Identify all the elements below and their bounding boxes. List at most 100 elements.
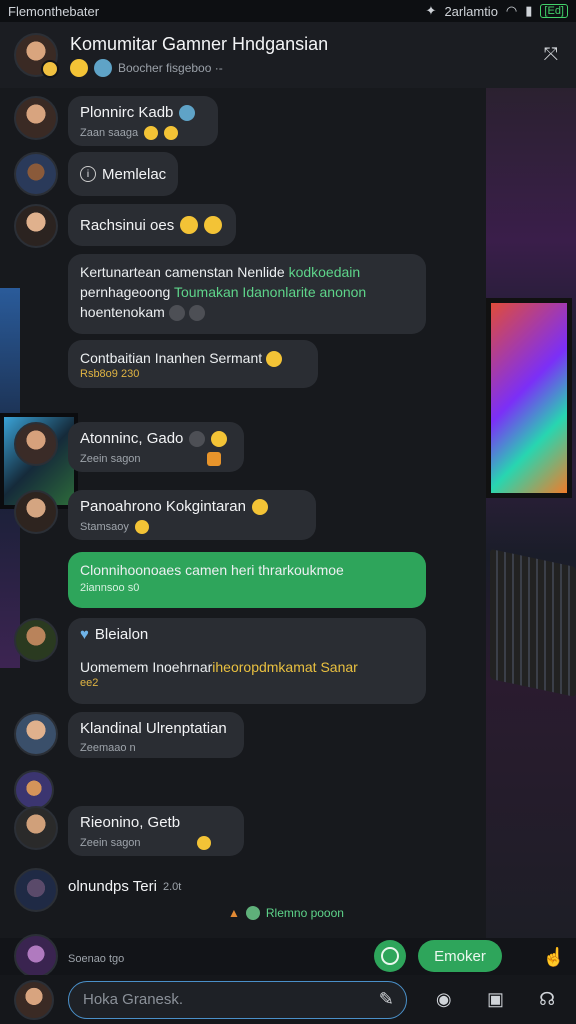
message-item[interactable]: Klandinal Ulrenptatian Zeemaao n — [14, 712, 244, 758]
status-bar: Flemonthebater ✦ 2arlamtio ◠ ▮ [Ed] — [0, 0, 576, 22]
message-meta: 2iannsoo s0 — [80, 582, 140, 594]
avatar[interactable] — [14, 806, 58, 850]
avatar[interactable] — [14, 204, 58, 248]
chat-wallpaper — [486, 88, 576, 938]
message-bubble[interactable]: Kertunartean camenstan Nenlide kodkoedai… — [68, 254, 426, 334]
heart-icon: ♥ — [80, 626, 89, 643]
face-emoji-icon — [189, 430, 206, 447]
reaction-row[interactable]: ▲ Rlemno pooon — [228, 906, 344, 920]
message-bubble-outgoing[interactable]: Clonnihoonoaes camen heri thrarkoukmoe 2… — [68, 552, 426, 608]
mic-icon[interactable]: ☊ — [532, 985, 562, 1015]
my-avatar[interactable] — [14, 979, 54, 1020]
message-text: Clonnihoonoaes camen heri thrarkoukmoe — [80, 562, 344, 578]
message-meta: Zaan saaga — [80, 127, 139, 139]
message-item[interactable]: Atonninc, Gado Zeein sagon — [14, 422, 244, 472]
smile-emoji-icon — [134, 520, 149, 534]
attach-icon[interactable]: ✎ — [379, 989, 394, 1010]
smile-emoji-icon — [196, 836, 211, 850]
message-bubble[interactable]: Klandinal Ulrenptatian Zeemaao n — [68, 712, 244, 758]
message-item[interactable]: Contbaitian Inanhen Sermant Rsb8o9 230 — [68, 340, 318, 388]
avatar[interactable] — [14, 422, 58, 466]
fire-emoji-icon: ▲ — [228, 906, 240, 920]
avatar[interactable] — [14, 152, 58, 196]
quick-action-button[interactable]: Emoker — [418, 940, 502, 972]
message-meta: 2.0t — [162, 880, 182, 893]
message-meta: Rsb8o9 230 — [80, 368, 140, 380]
message-item[interactable]: Clonnihoonoaes camen heri thrarkoukmoe 2… — [68, 552, 426, 608]
battery-indicator: [Ed] — [540, 4, 568, 18]
signal-icon: ✦ — [425, 3, 437, 18]
status-right: ✦ 2arlamtio ◠ ▮ [Ed] — [426, 3, 568, 19]
message-item[interactable]: Panoahrono Kokgintaran Stamsaoy — [14, 490, 316, 540]
wallpaper-monitor — [486, 298, 572, 498]
text-segment: kodkoedain — [288, 264, 361, 280]
sender-name: Panoahrono Kokgintaran — [80, 498, 246, 515]
message-bubble[interactable]: Contbaitian Inanhen Sermant Rsb8o9 230 — [68, 340, 318, 388]
camera-icon[interactable]: ◉ — [429, 985, 459, 1015]
message-item[interactable]: Rieonino, Getb Zeein sagon — [14, 806, 244, 856]
face-emoji-icon — [144, 126, 159, 140]
message-plain[interactable]: Soenao tgo — [68, 934, 124, 965]
message-meta: Stamsaoy — [80, 521, 129, 533]
group-subtitle: Boocher fisgeboo ·- — [70, 58, 328, 77]
text-segment: Kertunartean camenstan Nenlide — [80, 264, 289, 280]
smile-emoji-icon — [70, 58, 88, 77]
message-item[interactable]: i Memlelac — [14, 152, 178, 196]
message-input-wrapper[interactable]: ✎ — [68, 980, 407, 1019]
sender-name: Rieonino, Getb — [80, 814, 181, 831]
emoji-picker-button[interactable] — [374, 940, 406, 972]
sender-name: Klandinal Ulrenptatian — [80, 720, 227, 737]
avatar[interactable] — [14, 712, 58, 756]
message-meta: Soenao tgo — [68, 953, 125, 965]
group-avatar[interactable] — [14, 33, 59, 78]
status-time: 2arlamtio — [444, 3, 498, 19]
message-bubble[interactable]: Panoahrono Kokgintaran Stamsaoy — [68, 490, 316, 540]
message-item[interactable]: Soenao tgo — [14, 934, 124, 978]
chat-header[interactable]: Komumitar Gamner Hndgansian Boocher fisg… — [0, 22, 576, 88]
message-meta: Zeemaao n — [80, 742, 136, 754]
message-item[interactable]: Rachsinui oes — [14, 204, 236, 248]
message-item[interactable]: Kertunartean camenstan Nenlide kodkoedai… — [68, 254, 426, 334]
message-bubble[interactable]: Rachsinui oes — [68, 204, 236, 246]
message-bubble[interactable]: Rieonino, Getb Zeein sagon — [68, 806, 244, 856]
avatar[interactable] — [14, 868, 58, 912]
message-meta: Zeein sagon — [80, 453, 141, 465]
online-badge — [41, 60, 59, 78]
message-meta: ee2 — [80, 677, 99, 689]
grin-emoji-icon — [251, 498, 268, 515]
text-segment: Toumakan Idanonlarite anonon — [173, 284, 367, 300]
message-bubble[interactable]: i Memlelac — [68, 152, 178, 196]
avatar[interactable] — [14, 96, 58, 140]
message-bubble[interactable]: ♥ Bleialon Uomemem Inoehrnariheoropdmkama… — [68, 618, 426, 704]
message-bubble[interactable]: Atonninc, Gado Zeein sagon — [68, 422, 244, 472]
message-list[interactable]: Plonnirc Kadb Zaan saaga i Memlelac Rachs… — [0, 88, 486, 978]
text-segment: Uomemem Inoehrnar — [80, 659, 213, 675]
message-item[interactable]: olnundps Teri 2.0t — [14, 868, 181, 912]
message-input[interactable] — [81, 990, 335, 1009]
message-item[interactable]: ♥ Bleialon Uomemem Inoehrnariheoropdmkama… — [14, 618, 426, 704]
share-icon[interactable]: ⤧ — [544, 44, 558, 65]
text-segment: hoentenokam — [80, 304, 165, 320]
message-item[interactable]: Plonnirc Kadb Zaan saaga — [14, 96, 218, 146]
grin-emoji-icon — [180, 216, 199, 234]
message-plain[interactable]: olnundps Teri 2.0t — [68, 868, 181, 895]
cell-signal-icon: ▮ — [525, 3, 533, 18]
globe-emoji-icon — [94, 58, 112, 77]
laugh-emoji-icon — [266, 351, 283, 368]
sender-name: olnundps Teri — [68, 878, 157, 895]
avatar[interactable] — [14, 618, 58, 662]
avatar[interactable] — [14, 934, 58, 978]
avatar[interactable] — [14, 770, 54, 810]
message-bubble[interactable]: Plonnirc Kadb Zaan saaga — [68, 96, 218, 146]
face-emoji-icon — [168, 305, 185, 322]
group-title[interactable]: Komumitar Gamner Hndgansian — [70, 34, 328, 55]
avatar[interactable] — [14, 490, 58, 534]
message-text: Kertunartean camenstan Nenlide kodkoedai… — [80, 262, 414, 322]
hand-icon[interactable]: ☝ — [538, 943, 570, 971]
wallpaper-keyboard — [490, 548, 576, 698]
sender-name: Plonnirc Kadb — [80, 104, 174, 121]
face-emoji-icon — [188, 305, 205, 322]
text-segment: pernhageoong — [80, 284, 174, 300]
sender-name: Bleialon — [94, 626, 149, 643]
gallery-icon[interactable]: ▣ — [481, 985, 511, 1015]
